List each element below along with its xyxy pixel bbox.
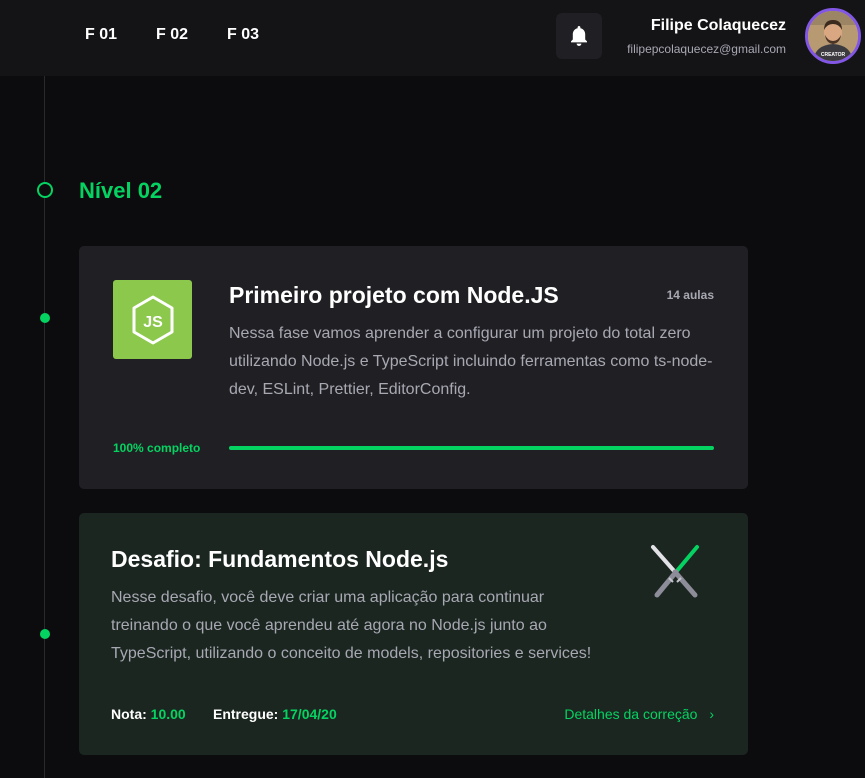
course-title: Primeiro projeto com Node.JS [229,282,559,308]
crossed-lightsabers-icon [651,545,699,598]
delivered-value: 17/04/20 [282,706,337,722]
course-description: Nessa fase vamos aprender a configurar u… [229,325,713,398]
user-name: Filipe Colaquecez [650,17,786,34]
progress-bar-fill [229,446,714,450]
correction-details-link[interactable]: Detalhes da correção › [564,706,714,722]
challenge-title: Desafio: Fundamentos Node.js [111,546,449,572]
level-title: Nível 02 [79,178,163,203]
details-link-label: Detalhes da correção [564,706,698,722]
avatar-shirt-text: CREATOR [821,52,846,58]
course-card[interactable]: JS Primeiro projeto com Node.JS 14 aulas… [79,246,748,489]
timeline-dot-course [40,313,50,323]
level-marker [37,182,53,198]
grade: Nota: 10.00 [111,706,186,722]
delivered-date: Entregue: 17/04/20 [213,706,337,722]
nav-item-f01[interactable]: F 01 [85,26,117,44]
notifications-button[interactable] [556,13,602,59]
progress-bar [229,446,714,450]
bell-icon [571,26,587,46]
challenge-card[interactable]: Desafio: Fundamentos Node.js Nesse desaf… [79,513,748,755]
progress-label: 100% completo [113,441,201,455]
top-header: F 01 F 02 F 03 Filipe Colaquecez filipep… [0,0,865,76]
challenge-description: Nesse desafio, você deve criar uma aplic… [111,589,592,662]
nav-item-f03[interactable]: F 03 [227,26,259,44]
chevron-right-icon: › [709,706,714,722]
grade-value: 10.00 [150,706,186,722]
user-email: filipepcolaquecez@gmail.com [627,42,786,56]
nav-item-f02[interactable]: F 02 [156,26,188,44]
grade-label: Nota: [111,706,147,722]
avatar[interactable]: CREATOR [805,8,861,64]
svg-text:JS: JS [143,314,163,331]
avatar-image: CREATOR [808,11,858,61]
delivered-label: Entregue: [213,706,279,722]
lessons-count: 14 aulas [666,288,714,302]
timeline-dot-challenge [40,629,50,639]
nodejs-logo-icon: JS [113,280,192,359]
